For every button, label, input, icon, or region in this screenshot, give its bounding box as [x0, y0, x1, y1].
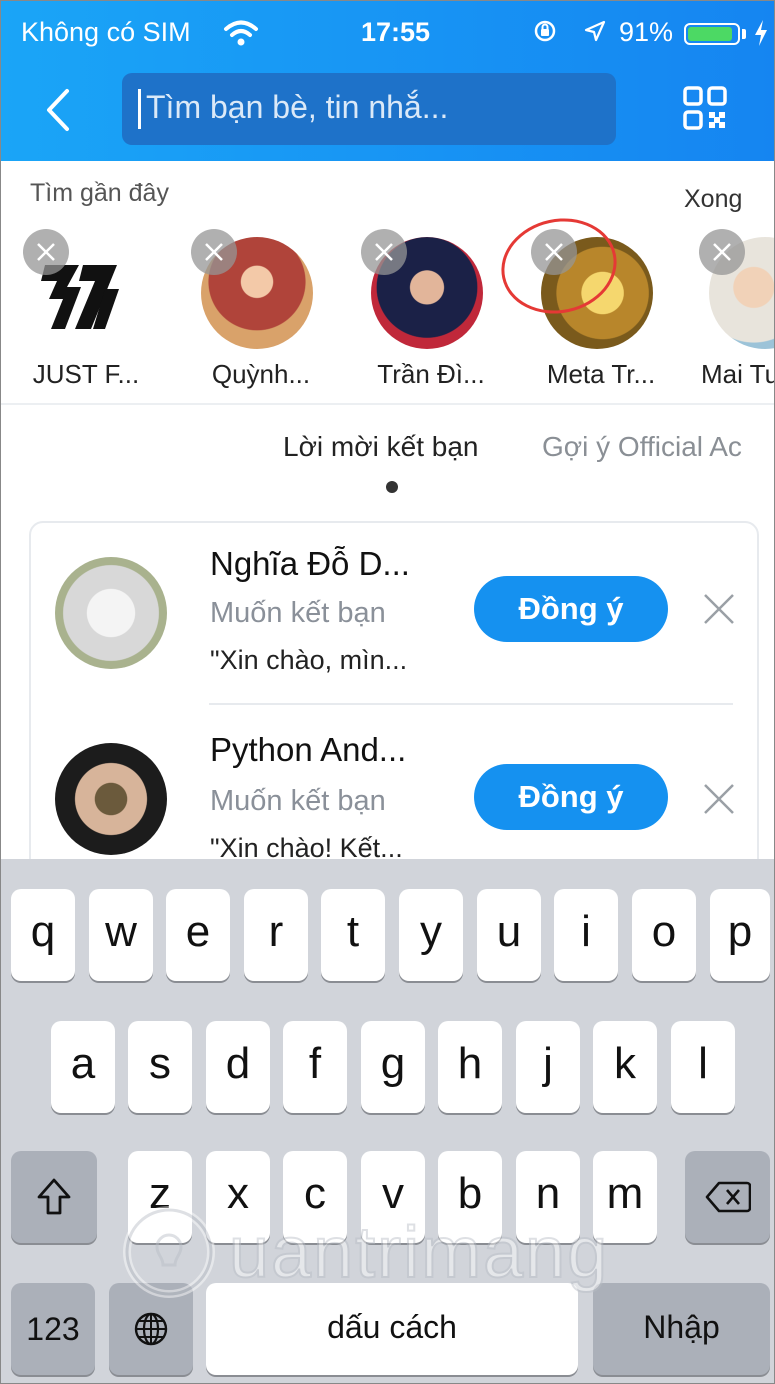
recent-item[interactable]: Quỳnh... — [171, 229, 331, 399]
section-divider — [1, 403, 774, 405]
recent-item[interactable]: Mai Tu — [681, 229, 774, 399]
close-icon[interactable] — [701, 781, 737, 817]
recent-item[interactable]: JUST F... — [1, 229, 161, 399]
close-icon — [375, 243, 393, 261]
recent-title: Tìm gần đây — [30, 179, 169, 207]
done-button[interactable]: Xong — [684, 185, 742, 214]
battery-tip — [742, 29, 746, 39]
header-bar: Không có SIM 17:55 91% Tìm bạn bè, tin n… — [1, 1, 774, 161]
battery-icon — [684, 23, 740, 45]
key-e[interactable]: e — [166, 889, 230, 981]
requester-name: Nghĩa Đỗ D... — [210, 545, 410, 582]
recent-item[interactable]: Trần Đì... — [341, 229, 501, 399]
search-input[interactable]: Tìm bạn bè, tin nhắ... — [122, 73, 616, 145]
recent-name: Mai Tu — [701, 359, 774, 389]
recent-name: JUST F... — [32, 359, 140, 389]
remove-recent-button[interactable] — [699, 229, 745, 275]
key-i[interactable]: i — [554, 889, 618, 981]
key-q[interactable]: q — [11, 889, 75, 981]
key-f[interactable]: f — [283, 1021, 347, 1113]
key-l[interactable]: l — [671, 1021, 735, 1113]
key-y[interactable]: y — [399, 889, 463, 981]
key-s[interactable]: s — [128, 1021, 192, 1113]
recent-list: JUST F... Quỳnh... Trần Đì... Meta Tr... — [1, 229, 774, 399]
requester-name: Python And... — [210, 731, 407, 768]
key-h[interactable]: h — [438, 1021, 502, 1113]
tab-friend-requests[interactable]: Lời mời kết bạn — [283, 431, 478, 463]
orientation-lock-icon — [534, 20, 556, 42]
recent-name: Trần Đì... — [377, 359, 485, 389]
remove-recent-button[interactable] — [23, 229, 69, 275]
close-icon — [205, 243, 223, 261]
clock: 17:55 — [361, 17, 431, 47]
qr-code-icon[interactable] — [682, 85, 728, 131]
wifi-icon — [224, 20, 258, 46]
request-message: "Xin chào, mìn... — [210, 645, 408, 675]
battery-percent: 91% — [619, 17, 674, 47]
accept-button[interactable]: Đồng ý — [474, 764, 668, 830]
key-k[interactable]: k — [593, 1021, 657, 1113]
key-r[interactable]: r — [244, 889, 308, 981]
text-cursor — [138, 89, 141, 129]
shift-key[interactable] — [11, 1151, 97, 1243]
carrier-label: Không có SIM — [21, 17, 191, 47]
key-o[interactable]: o — [632, 889, 696, 981]
page-indicator-dot — [386, 481, 398, 493]
key-g[interactable]: g — [361, 1021, 425, 1113]
recent-name: Meta Tr... — [546, 359, 656, 389]
back-arrow-icon[interactable] — [39, 85, 79, 135]
battery-fill — [688, 27, 732, 41]
globe-icon — [134, 1312, 168, 1346]
key-u[interactable]: u — [477, 889, 541, 981]
screen: Không có SIM 17:55 91% Tìm bạn bè, tin n… — [0, 0, 775, 1384]
request-subtitle: Muốn kết bạn — [210, 597, 386, 629]
key-j[interactable]: j — [516, 1021, 580, 1113]
remove-recent-button[interactable] — [191, 229, 237, 275]
shift-icon — [37, 1178, 71, 1215]
recent-name: Quỳnh... — [211, 359, 311, 389]
request-subtitle: Muốn kết bạn — [210, 785, 386, 817]
close-icon — [713, 243, 731, 261]
close-icon — [37, 243, 55, 261]
numbers-key[interactable]: 123 — [11, 1283, 95, 1375]
remove-recent-button[interactable] — [361, 229, 407, 275]
avatar — [55, 743, 167, 855]
key-a[interactable]: a — [51, 1021, 115, 1113]
friend-request-card: Nghĩa Đỗ D... Muốn kết bạn "Xin chào, mì… — [29, 521, 759, 885]
status-bar: Không có SIM 17:55 91% — [1, 15, 774, 55]
charging-bolt-icon — [755, 20, 767, 46]
accept-button[interactable]: Đồng ý — [474, 576, 668, 642]
key-w[interactable]: w — [89, 889, 153, 981]
key-p[interactable]: p — [710, 889, 770, 981]
backspace-key[interactable] — [685, 1151, 770, 1243]
location-arrow-icon — [584, 20, 606, 42]
backspace-icon — [705, 1181, 751, 1213]
quantrimang-watermark: uantrimang — [123, 1206, 609, 1298]
avatar — [55, 557, 167, 669]
key-t[interactable]: t — [321, 889, 385, 981]
key-d[interactable]: d — [206, 1021, 270, 1113]
close-icon[interactable] — [701, 591, 737, 627]
svg-text:uantrimang: uantrimang — [229, 1213, 609, 1293]
friend-request-row[interactable]: Python And... Muốn kết bạn "Xin chào! Kế… — [31, 705, 757, 885]
tab-official-suggestions[interactable]: Gợi ý Official Ac — [542, 431, 742, 463]
search-placeholder: Tìm bạn bè, tin nhắ... — [146, 89, 449, 125]
friend-request-row[interactable]: Nghĩa Đỗ D... Muốn kết bạn "Xin chào, mì… — [31, 523, 757, 703]
